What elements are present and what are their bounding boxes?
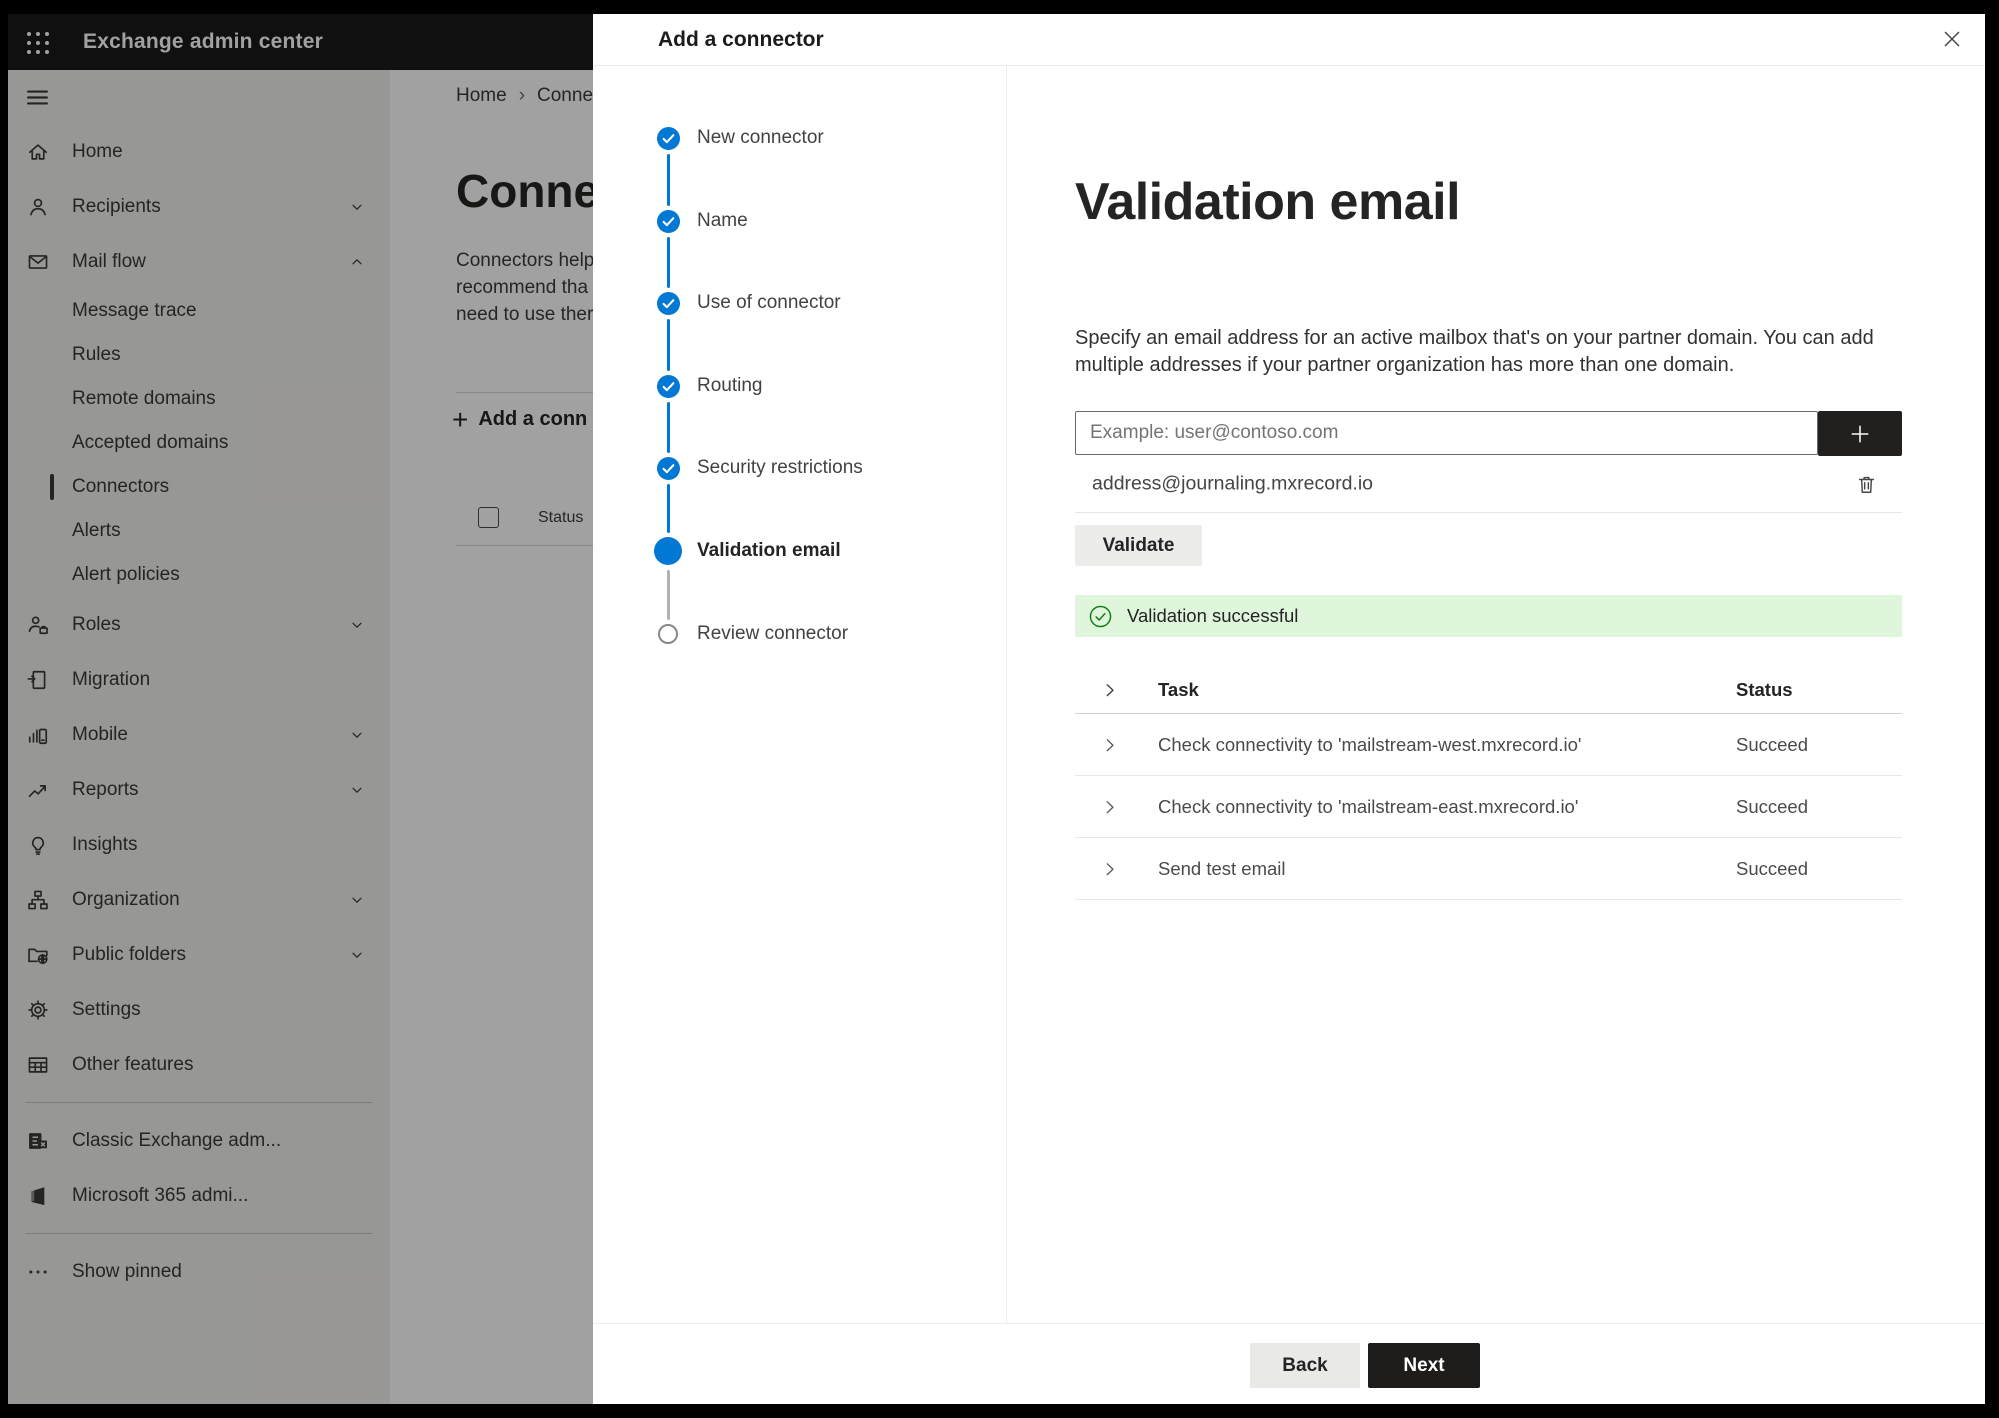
plus-icon <box>1851 425 1869 442</box>
close-icon <box>1944 31 1960 47</box>
expand-row-chevron-icon[interactable] <box>1101 798 1119 816</box>
validate-button[interactable]: Validate <box>1075 525 1202 566</box>
status-cell: Succeed <box>1736 795 1808 817</box>
task-cell: Send test email <box>1158 857 1286 879</box>
exchange-admin-app: Exchange admin center Home Recipients Ma… <box>8 14 1985 1404</box>
step-routing-icon <box>657 375 680 403</box>
step-connector-line <box>667 484 670 533</box>
table-row: Check connectivity to 'mailstream-west.m… <box>1075 714 1902 775</box>
next-button[interactable]: Next <box>1368 1343 1480 1388</box>
step-review-connector-icon <box>658 624 678 644</box>
step-name[interactable]: Name <box>697 210 748 232</box>
step-description: Specify an email address for an active m… <box>1075 327 1874 376</box>
status-cell: Succeed <box>1736 857 1808 879</box>
step-security-restrictions-icon <box>657 457 680 485</box>
expand-row-chevron-icon[interactable] <box>1101 736 1119 754</box>
expand-row-chevron-icon[interactable] <box>1101 860 1119 878</box>
step-connector-line <box>667 570 670 620</box>
step-new-connector[interactable]: New connector <box>697 127 824 149</box>
dialog-title: Add a connector <box>658 28 824 51</box>
step-use-of-connector[interactable]: Use of connector <box>697 292 841 314</box>
dialog-footer-divider <box>593 1323 1985 1324</box>
validation-results-table: Task Status Check connectivity to 'mails… <box>1075 666 1902 900</box>
expand-all-chevron-icon[interactable] <box>1101 681 1119 699</box>
table-divider <box>1075 899 1902 900</box>
step-connector-line <box>667 402 670 453</box>
add-address-button[interactable] <box>1818 411 1902 456</box>
success-message: Validation successful <box>1127 605 1299 626</box>
step-connector-line <box>667 237 670 288</box>
added-address-text: address@journaling.mxrecord.io <box>1092 472 1374 494</box>
validation-success-banner: Validation successful <box>1075 595 1902 637</box>
step-review-connector[interactable]: Review connector <box>697 623 848 645</box>
back-button[interactable]: Back <box>1250 1343 1360 1388</box>
email-address-input[interactable] <box>1075 411 1818 455</box>
step-routing[interactable]: Routing <box>697 375 763 397</box>
delete-address-button[interactable] <box>1851 469 1881 499</box>
step-use-of-connector-icon <box>657 292 680 320</box>
status-cell: Succeed <box>1736 733 1808 755</box>
table-header-row: Task Status <box>1075 666 1902 713</box>
check-circle-icon <box>657 457 680 480</box>
task-cell: Check connectivity to 'mailstream-west.m… <box>1158 733 1582 755</box>
column-header-status: Status <box>1736 678 1793 700</box>
table-row: Send test email Succeed <box>1075 838 1902 899</box>
step-security-restrictions[interactable]: Security restrictions <box>697 457 863 479</box>
added-address-row: address@journaling.mxrecord.io <box>1075 455 1902 512</box>
step-validation-email-icon <box>654 537 682 565</box>
add-connector-dialog: Add a connector New connector Name Use o… <box>593 14 1985 1404</box>
check-circle-icon <box>657 210 680 233</box>
step-connector-line <box>667 154 670 206</box>
step-name-icon <box>657 210 680 238</box>
success-check-icon <box>1089 605 1112 628</box>
close-button[interactable] <box>1931 18 1973 60</box>
check-circle-icon <box>657 375 680 398</box>
check-circle-icon <box>657 292 680 315</box>
step-heading: Validation email <box>1075 173 1461 231</box>
step-validation-email[interactable]: Validation email <box>697 540 841 562</box>
wizard-divider <box>1006 66 1007 1323</box>
check-circle-icon <box>657 127 680 150</box>
step-connector-line <box>667 319 670 371</box>
column-header-task: Task <box>1158 678 1199 700</box>
task-cell: Check connectivity to 'mailstream-east.m… <box>1158 795 1579 817</box>
address-list-divider <box>1075 512 1902 513</box>
step-new-connector-icon <box>657 127 680 155</box>
trash-icon <box>1858 476 1874 493</box>
dialog-header-divider <box>593 65 1985 66</box>
table-row: Check connectivity to 'mailstream-east.m… <box>1075 776 1902 837</box>
